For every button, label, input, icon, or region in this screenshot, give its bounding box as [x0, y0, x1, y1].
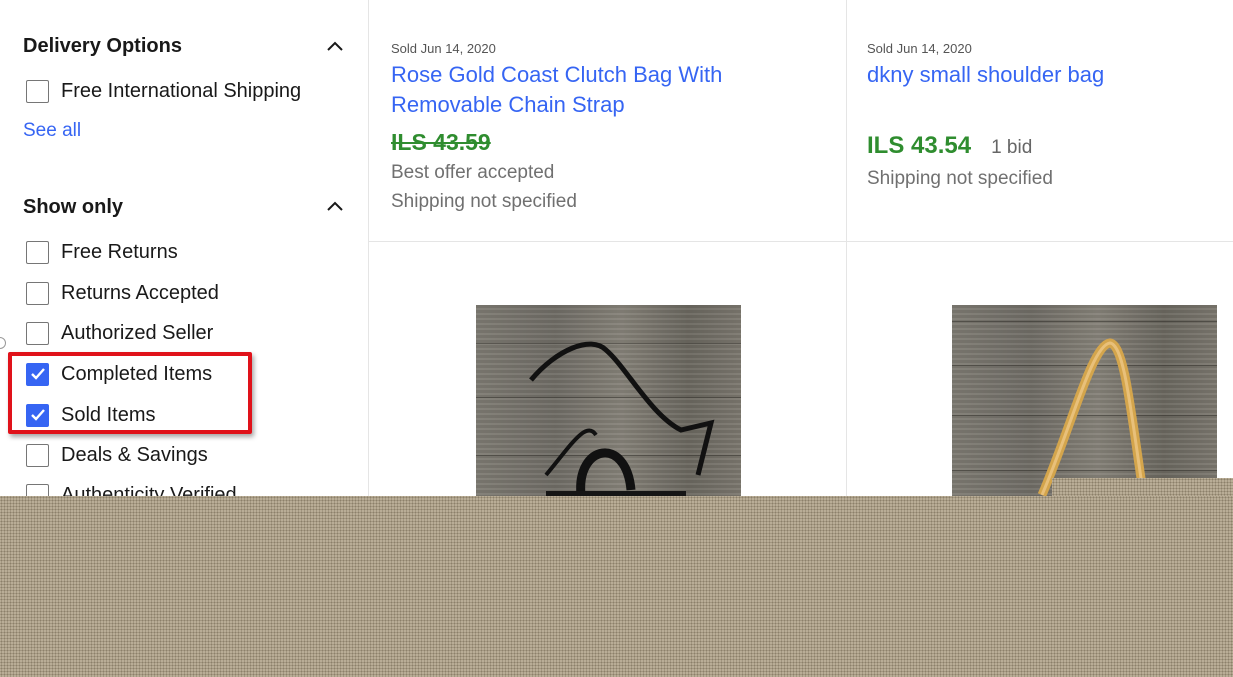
delivery-options-heading: Delivery Options — [23, 35, 182, 57]
checkbox[interactable] — [26, 240, 49, 264]
filter-label: Deals & Savings — [61, 443, 208, 466]
radio-edge — [0, 337, 6, 349]
filter-returns-accepted[interactable]: Returns Accepted — [26, 280, 219, 306]
filter-label: Free International Shipping — [61, 79, 302, 102]
best-offer-text: Best offer accepted — [391, 162, 555, 183]
listing-price: ILS 43.54 — [867, 132, 972, 159]
sold-date: Sold Jun 14, 2020 — [391, 41, 496, 56]
checkbox[interactable] — [26, 281, 49, 305]
black-bag-graphic — [529, 341, 715, 525]
collapse-delivery-chevron-up-icon[interactable] — [326, 40, 344, 52]
checkbox[interactable] — [26, 79, 49, 103]
listing-price: ILS 43.59 — [391, 129, 491, 155]
filter-free-international-shipping[interactable]: Free International Shipping — [26, 78, 301, 104]
filter-free-returns[interactable]: Free Returns — [26, 239, 178, 265]
listing-card: Sold Jun 14, 2020 Rose Gold Coast Clutch… — [391, 41, 831, 213]
title-line: Removable Chain Strap — [391, 92, 625, 117]
highlight-box — [8, 352, 252, 434]
sold-date: Sold Jun 14, 2020 — [867, 41, 972, 56]
checkbox[interactable] — [26, 321, 49, 345]
obscured-overlay — [1052, 478, 1233, 497]
collapse-show-only-chevron-up-icon[interactable] — [326, 200, 344, 212]
see-all-link[interactable]: See all — [23, 120, 81, 142]
filter-label: Authorized Seller — [61, 321, 214, 344]
listing-title-link[interactable]: Rose Gold Coast Clutch Bag With Removabl… — [391, 60, 831, 120]
filter-label: Returns Accepted — [61, 281, 219, 304]
row-divider — [369, 241, 1233, 242]
checkbox[interactable] — [26, 443, 49, 467]
title-line: Rose Gold Coast Clutch Bag With — [391, 62, 723, 87]
listing-title-link[interactable]: dkny small shoulder bag — [867, 60, 1227, 90]
filter-deals-savings[interactable]: Deals & Savings — [26, 442, 208, 468]
obscured-overlay — [0, 496, 1233, 677]
filter-authorized-seller[interactable]: Authorized Seller — [26, 320, 213, 346]
show-only-heading: Show only — [23, 196, 123, 218]
listing-image[interactable] — [476, 305, 741, 525]
listing-card: Sold Jun 14, 2020 dkny small shoulder ba… — [867, 41, 1227, 190]
shipping-text: Shipping not specified — [867, 168, 1053, 189]
filter-label: Free Returns — [61, 240, 178, 263]
shipping-text: Shipping not specified — [391, 191, 577, 212]
bid-count: 1 bid — [991, 137, 1033, 158]
